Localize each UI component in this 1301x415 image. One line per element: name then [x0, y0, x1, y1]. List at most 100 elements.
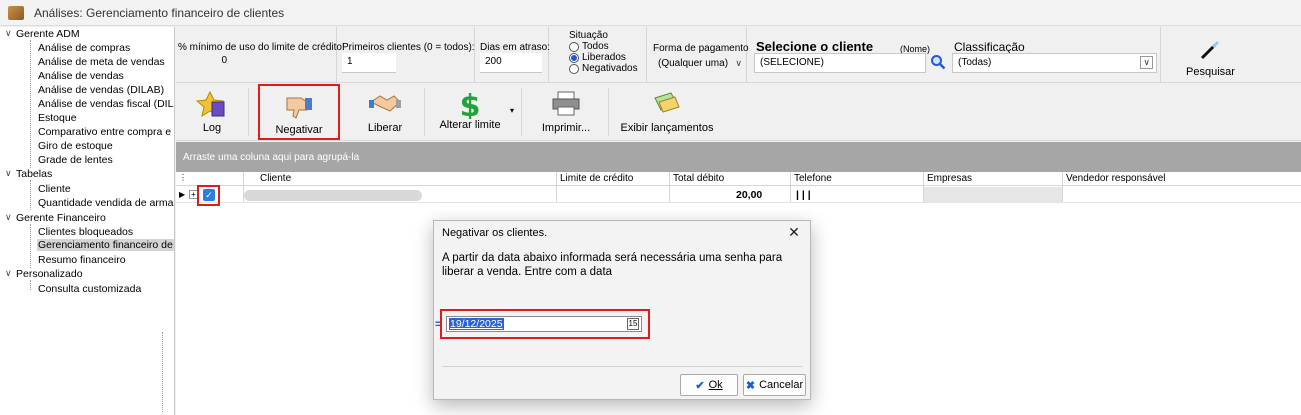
- alterar-limite-button[interactable]: $ Alterar limite: [434, 84, 506, 140]
- negativar-dialog: Negativar os clientes. ✕ A partir da dat…: [433, 220, 811, 400]
- tree-group-tabelas[interactable]: Tabelas: [16, 168, 52, 180]
- tree-item[interactable]: Análise de vendas: [38, 70, 124, 82]
- ok-label: Ok: [708, 379, 723, 391]
- divider: [521, 88, 522, 136]
- column-header-vendedor[interactable]: Vendedor responsável: [1066, 173, 1166, 184]
- splitter-handle[interactable]: [162, 332, 168, 412]
- column-header-limite[interactable]: Limite de crédito: [560, 173, 633, 184]
- tree-item[interactable]: Resumo financeiro: [38, 254, 126, 266]
- table-row[interactable]: ▶ + ✓ 20,00 | | |: [176, 187, 1301, 203]
- chevron-down-icon: ∨: [735, 58, 742, 68]
- tree-group-gerente-financeiro[interactable]: Gerente Financeiro: [16, 212, 106, 224]
- telefone-value: | | |: [796, 189, 811, 201]
- tree-item-selected[interactable]: Gerenciamento financeiro de: [37, 239, 174, 251]
- imprimir-button[interactable]: Imprimir...: [532, 84, 600, 140]
- tree-item[interactable]: Análise de meta de vendas: [38, 56, 165, 68]
- dropdown-arrow-icon[interactable]: ▾: [510, 106, 514, 115]
- radio-negativados-label: Negativados: [582, 63, 638, 74]
- payment-select[interactable]: (Qualquer uma) ∨: [653, 55, 745, 75]
- tree-item[interactable]: Análise de compras: [38, 42, 130, 54]
- chevron-down-icon[interactable]: ∨: [5, 168, 12, 179]
- tree-connector: [30, 40, 31, 168]
- radio-negativados-dot: [569, 63, 579, 74]
- tree-item[interactable]: Estoque: [38, 112, 77, 124]
- tree-item[interactable]: Quantidade vendida de arma: [38, 197, 173, 209]
- window-title: Análises: Gerenciamento financeiro de cl…: [34, 5, 285, 20]
- tree-item[interactable]: Cliente: [38, 183, 71, 195]
- log-button[interactable]: Log: [186, 84, 238, 140]
- days-input[interactable]: 200: [480, 53, 542, 73]
- app-icon: [8, 5, 24, 20]
- tree-item[interactable]: Comparativo entre compra e: [38, 126, 171, 138]
- tree-connector: [30, 180, 31, 210]
- tree-item[interactable]: Clientes bloqueados: [38, 226, 133, 238]
- log-icon: [196, 90, 225, 118]
- ledger-icon: [654, 92, 680, 113]
- search-button[interactable]: Pesquisar: [1186, 35, 1236, 81]
- limit-input[interactable]: 0: [178, 52, 232, 72]
- dialog-divider: [442, 366, 802, 367]
- cancel-label: Cancelar: [759, 379, 804, 391]
- class-select[interactable]: (Todas) ∨: [952, 53, 1157, 73]
- column-header-total-debito[interactable]: Total débito: [673, 173, 724, 184]
- tree-item[interactable]: Giro de estoque: [38, 140, 113, 152]
- tree-item[interactable]: Consulta customizada: [38, 283, 141, 295]
- days-label: Dias em atraso:: [480, 42, 551, 53]
- payment-value: (Qualquer uma): [658, 58, 729, 69]
- divider: [248, 88, 249, 136]
- tree-group-personalizado[interactable]: Personalizado: [16, 268, 83, 280]
- column-header-telefone[interactable]: Telefone: [794, 173, 832, 184]
- window-titlebar: Análises: Gerenciamento financeiro de cl…: [0, 0, 1301, 26]
- liberar-label: Liberar: [367, 122, 403, 134]
- days-group: Dias em atraso: 200: [475, 27, 551, 83]
- wand-icon: [1200, 40, 1220, 60]
- group-by-area[interactable]: Arraste uma coluna aqui para agrupá-la: [176, 142, 1301, 172]
- chevron-down-icon: ∨: [1140, 56, 1153, 69]
- radio-todos-label: Todos: [582, 41, 609, 52]
- payment-label: Forma de pagamento: [653, 43, 749, 54]
- ok-button[interactable]: ✔ Ok: [680, 374, 738, 396]
- liberar-button[interactable]: Liberar: [354, 84, 416, 140]
- radio-todos-dot: [569, 41, 579, 52]
- class-value: (Todas): [958, 57, 992, 68]
- close-icon[interactable]: ✕: [784, 222, 804, 242]
- situacao-group: Situação Todos Liberados Negativados: [549, 27, 647, 83]
- payment-group: Forma de pagamento (Qualquer uma) ∨: [647, 27, 749, 83]
- exibir-lancamentos-button[interactable]: Exibir lançamentos: [621, 84, 713, 140]
- cancel-button[interactable]: ✖ Cancelar: [743, 374, 806, 396]
- imprimir-label: Imprimir...: [541, 122, 591, 134]
- chevron-down-icon[interactable]: ∨: [5, 268, 12, 279]
- chevron-down-icon[interactable]: ∨: [5, 212, 12, 223]
- tree-connector: [30, 224, 31, 268]
- dialog-title: Negativar os clientes.: [442, 227, 548, 239]
- first-clients-input[interactable]: 1: [342, 53, 396, 73]
- radio-liberados[interactable]: Liberados: [569, 52, 626, 63]
- filter-bar: % mínimo de uso do limite de crédito: 0 …: [176, 27, 1301, 83]
- client-input[interactable]: (SELECIONE): [754, 53, 926, 73]
- client-name-redacted: [244, 190, 422, 201]
- chevron-down-icon[interactable]: ∨: [5, 28, 12, 39]
- tree-item[interactable]: Grade de lentes: [38, 154, 113, 166]
- column-header-cliente[interactable]: Cliente: [260, 173, 291, 184]
- column-chooser-icon[interactable]: ⋮: [179, 173, 187, 182]
- first-clients-label: Primeiros clientes (0 = todos):: [342, 42, 475, 53]
- tree-group-gerente-adm[interactable]: Gerente ADM: [16, 28, 80, 40]
- log-label: Log: [202, 122, 222, 134]
- radio-negativados[interactable]: Negativados: [569, 63, 638, 74]
- tree-item[interactable]: Análise de vendas (DILAB): [38, 84, 164, 96]
- limit-group: % mínimo de uso do limite de crédito: 0: [176, 27, 345, 83]
- radio-todos[interactable]: Todos: [569, 41, 609, 52]
- column-header-empresas[interactable]: Empresas: [927, 173, 972, 184]
- tree-item[interactable]: Análise de vendas fiscal (DIL: [38, 98, 173, 110]
- navigation-tree[interactable]: ∨ Gerente ADM Análise de compras Análise…: [0, 27, 175, 415]
- divider: [1160, 27, 1161, 83]
- search-icon[interactable]: [930, 54, 946, 70]
- divider: [424, 88, 425, 136]
- search-label: Pesquisar: [1186, 66, 1235, 78]
- highlight-box: [440, 309, 650, 339]
- dialog-message: A partir da data abaixo informada será n…: [442, 252, 783, 278]
- divider: [608, 88, 609, 136]
- alterar-limite-label: Alterar limite: [439, 119, 501, 131]
- class-label: Classificação: [954, 40, 1025, 54]
- situacao-label: Situação: [569, 30, 608, 41]
